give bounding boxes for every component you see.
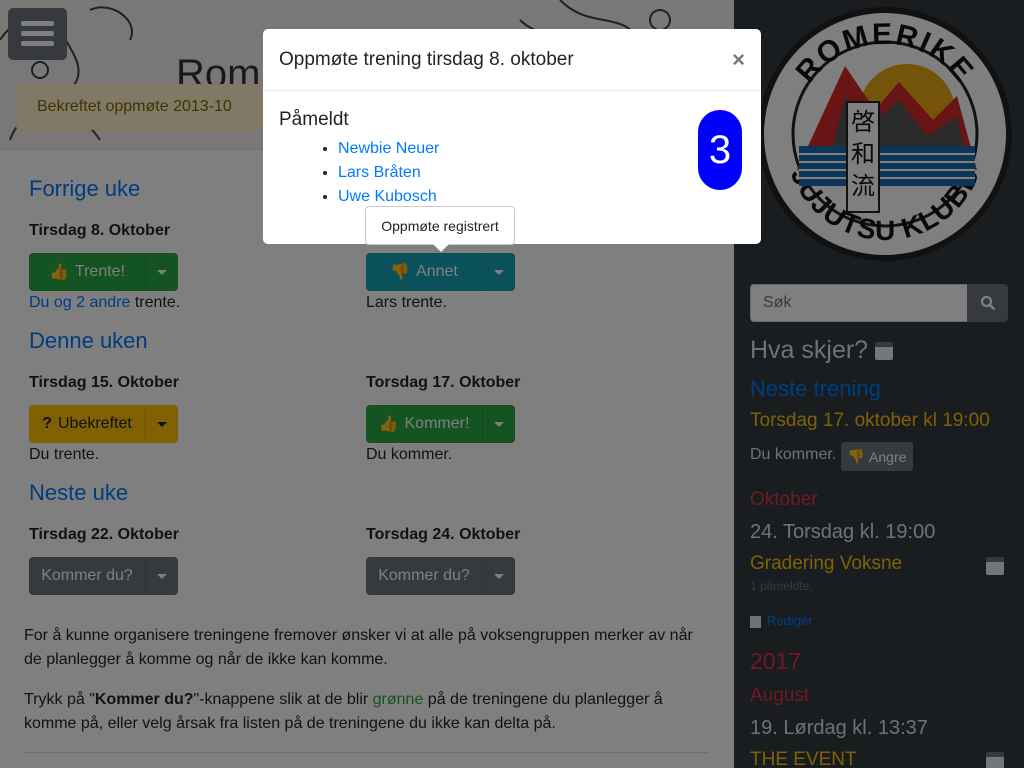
attendee-count-badge: 3 xyxy=(698,110,742,190)
list-item[interactable]: Newbie Neuer xyxy=(338,137,745,161)
tooltip: Oppmøte registrert xyxy=(365,206,515,252)
list-item[interactable]: Lars Bråten xyxy=(338,161,745,185)
modal-header: Oppmøte trening tirsdag 8. oktober × xyxy=(263,29,761,91)
close-icon[interactable]: × xyxy=(732,47,745,73)
attendees-heading: Påmeldt xyxy=(279,109,349,130)
attendee-list: Newbie Neuer Lars Bråten Uwe Kubosch xyxy=(338,137,745,209)
modal-body: Påmeldt Newbie Neuer Lars Bråten Uwe Kub… xyxy=(263,91,761,225)
modal-title: Oppmøte trening tirsdag 8. oktober xyxy=(279,49,574,70)
